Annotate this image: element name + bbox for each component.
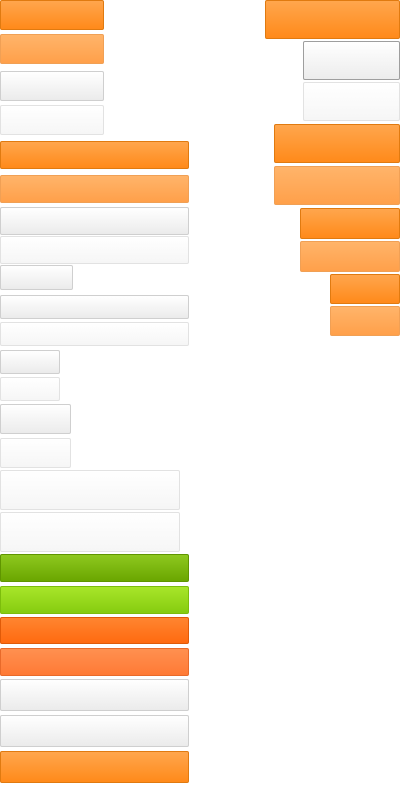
- green-button-sprite: [0, 554, 189, 582]
- tall-orange-button-sprite: [0, 751, 189, 783]
- red-orange-button-sprite: [0, 617, 189, 644]
- compact-orange-button-sprite: [300, 208, 400, 239]
- large-orange-button-sprite: [265, 0, 400, 39]
- compact-orange-button-hover-sprite: [300, 241, 400, 272]
- medium-orange-button-sprite: [274, 124, 400, 163]
- mini-orange-button-sprite: [330, 274, 400, 304]
- tall-gray-button-sprite: [0, 679, 189, 711]
- wide-gray-button-sprite: [0, 207, 189, 235]
- input-field-sprite: [0, 295, 189, 319]
- input-field-focus-sprite: [0, 322, 189, 346]
- large-panel-sprite: [0, 470, 180, 510]
- mini-orange-button-hover-sprite: [330, 306, 400, 336]
- large-gray-button-hover-sprite: [303, 82, 400, 121]
- red-orange-button-hover-sprite: [0, 648, 189, 676]
- large-gray-button-sprite: [303, 41, 400, 80]
- large-panel-hover-sprite: [0, 512, 180, 552]
- wide-gray-button-hover-sprite: [0, 236, 189, 264]
- wide-orange-button-sprite: [0, 141, 189, 169]
- tall-gray-button-hover-sprite: [0, 715, 189, 747]
- tiny-gray-button-sprite: [0, 350, 60, 374]
- wide-orange-button-hover-sprite: [0, 175, 189, 203]
- orange-button-sprite: [0, 0, 104, 30]
- gray-button-sprite: [0, 71, 104, 101]
- small-gray-button-sprite: [0, 265, 73, 290]
- medium-orange-button-hover-sprite: [274, 166, 400, 205]
- tiny-gray-button-hover-sprite: [0, 377, 60, 401]
- orange-button-hover-sprite: [0, 34, 104, 64]
- square-gray-button-sprite: [0, 404, 71, 434]
- square-gray-button-hover-sprite: [0, 438, 71, 468]
- green-button-hover-sprite: [0, 586, 189, 614]
- gray-button-hover-sprite: [0, 105, 104, 135]
